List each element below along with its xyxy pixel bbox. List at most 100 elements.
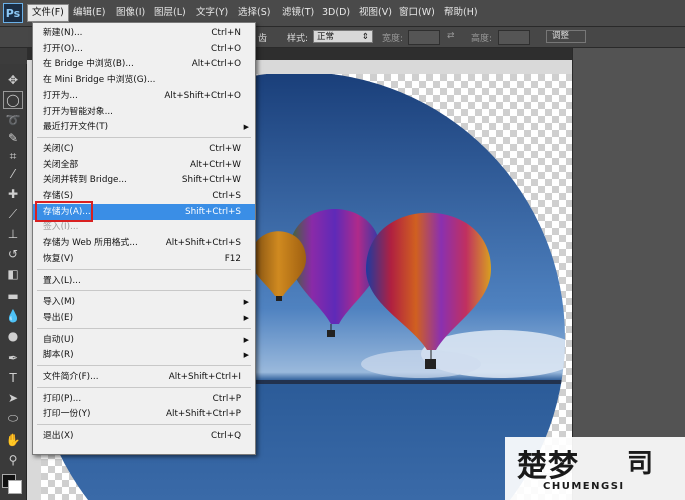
menu-10[interactable]: 帮助(H) bbox=[440, 5, 482, 21]
menu-item-shortcut: Shift+Ctrl+S bbox=[185, 206, 241, 217]
menu-9[interactable]: 窗口(W) bbox=[395, 5, 439, 21]
save-as-callout bbox=[35, 201, 93, 222]
file-menu-item[interactable]: 关闭并转到 Bridge... Shift+Ctrl+W bbox=[33, 172, 255, 188]
file-menu-item[interactable]: 存储为 Web 所用格式... Alt+Shift+Ctrl+S bbox=[33, 235, 255, 251]
menu-item-label: 导出(E) bbox=[43, 312, 74, 323]
file-menu-item[interactable]: 打印一份(Y) Alt+Shift+Ctrl+P bbox=[33, 406, 255, 422]
file-menu-item[interactable]: 置入(L)... bbox=[33, 273, 255, 289]
healing-brush-icon[interactable]: ✚ bbox=[4, 186, 22, 202]
width-label: 宽度: bbox=[382, 34, 404, 44]
menu-0[interactable]: 文件(F) bbox=[27, 4, 69, 22]
type-tool-icon[interactable]: T bbox=[4, 370, 22, 386]
menu-1[interactable]: 编辑(E) bbox=[69, 5, 109, 21]
menu-item-shortcut: Ctrl+W bbox=[209, 143, 241, 154]
file-menu-item[interactable]: 在 Bridge 中浏览(B)... Alt+Ctrl+O bbox=[33, 56, 255, 72]
menu-item-shortcut: F12 bbox=[224, 253, 241, 264]
file-menu-item[interactable]: 导入(M) ▶ bbox=[33, 294, 255, 310]
file-menu-item[interactable]: 导出(E) ▶ bbox=[33, 310, 255, 326]
ellipse-shape-icon[interactable]: ⬭ bbox=[4, 410, 22, 426]
swap-icon[interactable]: ⇄ bbox=[447, 31, 455, 41]
file-menu-item[interactable]: 打印(P)... Ctrl+P bbox=[33, 391, 255, 407]
file-menu-item[interactable]: 最近打开文件(T) ▶ bbox=[33, 119, 255, 135]
submenu-arrow-icon: ▶ bbox=[243, 123, 249, 132]
file-menu-item[interactable]: 退出(X) Ctrl+Q bbox=[33, 428, 255, 444]
submenu-arrow-icon: ▶ bbox=[243, 351, 249, 360]
menu-item-shortcut: Ctrl+P bbox=[212, 393, 241, 404]
style-select[interactable]: 正常 ⇕ bbox=[313, 30, 373, 43]
chevron-down-icon: ⇕ bbox=[361, 32, 369, 42]
menu-item-shortcut: Alt+Shift+Ctrl+I bbox=[168, 372, 241, 382]
move-tool-icon[interactable]: ✥ bbox=[4, 72, 22, 88]
menu-separator bbox=[37, 268, 251, 270]
menu-separator bbox=[37, 365, 251, 366]
menu-item-shortcut: Alt+Shift+Ctrl+S bbox=[165, 238, 241, 249]
file-menu-item[interactable]: 打开为智能对象... bbox=[33, 104, 255, 120]
width-input[interactable] bbox=[408, 30, 440, 45]
hand-tool-icon[interactable]: ✋ bbox=[4, 432, 22, 448]
menu-item-label: 导入(M) bbox=[43, 297, 76, 308]
file-menu-item[interactable]: 关闭全部 Alt+Ctrl+W bbox=[33, 157, 255, 173]
file-menu-item[interactable]: 关闭(C) Ctrl+W bbox=[33, 141, 255, 157]
menu-7[interactable]: 3D(D) bbox=[318, 5, 354, 21]
menu-item-label: 打开为智能对象... bbox=[43, 106, 113, 117]
file-menu-item[interactable]: 文件简介(F)... Alt+Shift+Ctrl+I bbox=[33, 369, 255, 385]
menu-item-label: 自动(U) bbox=[43, 334, 74, 345]
gradient-tool-icon[interactable]: ▬ bbox=[4, 288, 22, 304]
menu-5[interactable]: 选择(S) bbox=[234, 5, 274, 21]
menu-item-label: 最近打开文件(T) bbox=[43, 122, 109, 133]
path-select-icon[interactable]: ➤ bbox=[4, 390, 22, 406]
watermark-en: CHUMENGSI bbox=[543, 481, 625, 492]
menu-3[interactable]: 图层(L) bbox=[150, 5, 190, 21]
file-menu-item[interactable]: 打开(O)... Ctrl+O bbox=[33, 41, 255, 57]
toolbox: ✥ ◯ ➰ ✎ ⌗ ⁄ ✚ ⟋ ⊥ ↺ ◧ ▬ 💧 ● ✒ T ➤ ⬭ ✋ ⚲ bbox=[0, 64, 27, 500]
menu-4[interactable]: 文字(Y) bbox=[192, 5, 232, 21]
menu-2[interactable]: 图像(I) bbox=[112, 5, 149, 21]
background-color-swatch[interactable] bbox=[8, 480, 22, 494]
file-menu-item[interactable]: 恢复(V) F12 bbox=[33, 251, 255, 267]
menu-item-label: 新建(N)... bbox=[43, 28, 83, 38]
menu-separator bbox=[37, 290, 251, 292]
menu-item-shortcut: Alt+Shift+Ctrl+O bbox=[164, 90, 241, 101]
dodge-tool-icon[interactable]: ● bbox=[4, 328, 22, 344]
file-menu-item[interactable]: 在 Mini Bridge 中浏览(G)... bbox=[33, 72, 255, 88]
eraser-icon[interactable]: ◧ bbox=[4, 266, 22, 282]
watermark-logo: 楚梦 司 CHUMENGSI bbox=[505, 437, 685, 500]
menu-item-shortcut: Alt+Shift+Ctrl+P bbox=[166, 409, 241, 420]
file-menu-item[interactable]: 脚本(R) ▶ bbox=[33, 347, 255, 363]
menu-item-shortcut: Ctrl+Q bbox=[211, 431, 241, 442]
menu-item-shortcut: Alt+Ctrl+W bbox=[189, 159, 241, 170]
pen-tool-icon[interactable]: ✒ bbox=[4, 350, 22, 366]
quick-select-icon[interactable]: ✎ bbox=[4, 130, 22, 146]
menu-separator bbox=[37, 136, 251, 138]
file-menu-item[interactable]: 打开为... Alt+Shift+Ctrl+O bbox=[33, 88, 255, 104]
clone-stamp-icon[interactable]: ⊥ bbox=[4, 226, 22, 242]
blur-tool-icon[interactable]: 💧 bbox=[4, 308, 22, 324]
elliptical-marquee-icon[interactable]: ◯ bbox=[3, 91, 23, 109]
photoshop-logo: Ps bbox=[3, 3, 23, 23]
menu-item-label: 在 Bridge 中浏览(B)... bbox=[43, 59, 134, 70]
menu-item-label: 脚本(R) bbox=[43, 350, 74, 361]
watermark-cn-left: 楚梦 bbox=[517, 449, 579, 484]
menu-8[interactable]: 视图(V) bbox=[355, 5, 396, 21]
menu-6[interactable]: 滤镜(T) bbox=[278, 5, 318, 21]
menu-item-label: 文件简介(F)... bbox=[43, 372, 99, 382]
brush-tool-icon[interactable]: ⟋ bbox=[4, 206, 22, 222]
menu-item-shortcut: Shift+Ctrl+W bbox=[181, 175, 241, 186]
menu-item-shortcut: Ctrl+O bbox=[211, 43, 241, 54]
file-menu-item[interactable]: 自动(U) ▶ bbox=[33, 332, 255, 348]
file-menu-item[interactable]: 新建(N)... Ctrl+N bbox=[33, 25, 255, 41]
file-menu-dropdown: 新建(N)... Ctrl+N 打开(O)... Ctrl+O 在 Bridge 中浏览… bbox=[32, 22, 256, 455]
menu-separator bbox=[37, 386, 251, 388]
zoom-tool-icon[interactable]: ⚲ bbox=[4, 452, 22, 468]
history-brush-icon[interactable]: ↺ bbox=[4, 246, 22, 262]
height-input[interactable] bbox=[498, 30, 530, 45]
refine-edge-button[interactable]: 调整 bbox=[546, 30, 586, 43]
crop-tool-icon[interactable]: ⌗ bbox=[4, 148, 22, 164]
eyedropper-icon[interactable]: ⁄ bbox=[4, 166, 22, 182]
lasso-tool-icon[interactable]: ➰ bbox=[4, 112, 22, 128]
menu-item-label: 打开为... bbox=[43, 90, 78, 101]
menu-item-label: 恢复(V) bbox=[43, 253, 74, 264]
menu-item-shortcut: Ctrl+S bbox=[212, 191, 241, 201]
menu-item-label: 打印一份(Y) bbox=[43, 409, 91, 420]
menu-item-label: 关闭(C) bbox=[43, 143, 74, 154]
